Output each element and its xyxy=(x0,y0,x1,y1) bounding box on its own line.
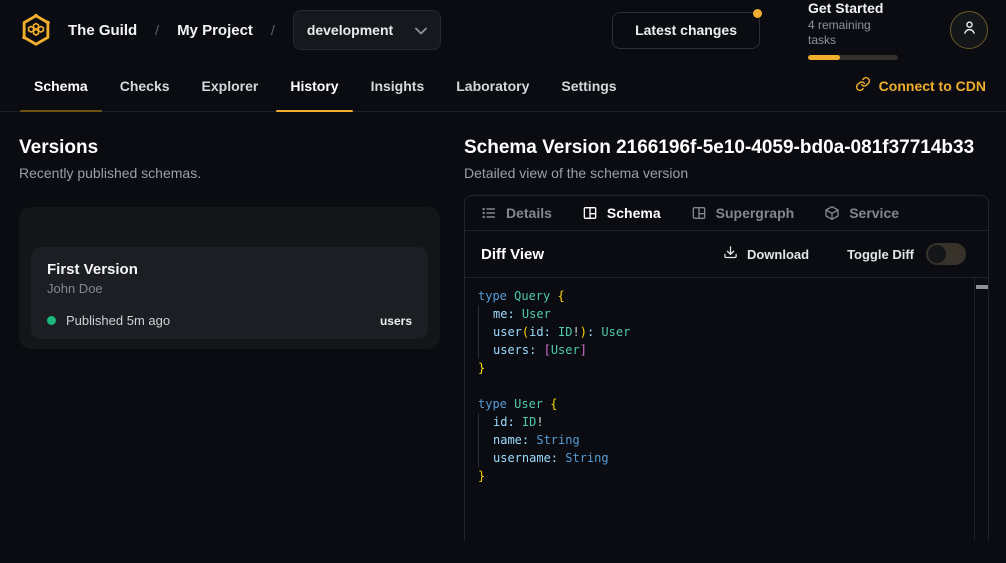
tab-service[interactable]: Service xyxy=(824,205,899,221)
versions-title: Versions xyxy=(19,137,440,159)
target-selector[interactable]: development xyxy=(293,10,441,50)
latest-changes-button[interactable]: Latest changes xyxy=(612,12,760,49)
toggle-knob xyxy=(928,245,946,263)
tab-schema[interactable]: Schema xyxy=(582,205,661,221)
list-icon xyxy=(481,205,497,221)
versions-list: First Version John Doe Published 5m ago … xyxy=(19,207,440,349)
toggle-diff-label: Toggle Diff xyxy=(847,247,914,262)
tab-underline xyxy=(20,110,102,112)
connect-to-cdn-label: Connect to CDN xyxy=(879,78,986,94)
version-list-item[interactable]: First Version John Doe Published 5m ago … xyxy=(31,247,428,339)
latest-changes-label: Latest changes xyxy=(635,22,737,38)
nav-tab-label: Checks xyxy=(120,78,170,94)
target-selector-value: development xyxy=(307,22,393,38)
app-window: The Guild / My Project / development Lat… xyxy=(0,0,1006,563)
code-scrollbar-thumb[interactable] xyxy=(976,285,988,289)
version-status-row: Published 5m ago users xyxy=(47,313,412,328)
nav-tab-settings[interactable]: Settings xyxy=(547,60,630,111)
user-icon xyxy=(961,19,978,41)
breadcrumb-project[interactable]: My Project xyxy=(177,22,253,39)
nav-tab-history[interactable]: History xyxy=(276,60,352,111)
diff-view-header: Diff View Download Toggle Diff xyxy=(465,231,988,278)
cube-icon xyxy=(824,205,840,221)
code-lines: type Query {me: Useruser(id: ID!): Useru… xyxy=(478,287,974,485)
download-icon xyxy=(723,245,738,263)
tab-label: Details xyxy=(506,205,552,221)
schema-view-tabs: Details Schema xyxy=(465,196,988,231)
diff-view-title: Diff View xyxy=(481,246,544,263)
schema-version-title: Schema Version 2166196f-5e10-4059-bd0a-0… xyxy=(464,137,989,159)
nav-tab-laboratory[interactable]: Laboratory xyxy=(442,60,543,111)
versions-subtitle: Recently published schemas. xyxy=(19,165,440,182)
nav-tab-label: History xyxy=(290,78,338,94)
breadcrumb-separator: / xyxy=(271,22,275,38)
tab-label: Schema xyxy=(607,205,661,221)
version-name: First Version xyxy=(47,261,412,279)
connect-to-cdn-link[interactable]: Connect to CDN xyxy=(855,60,986,111)
versions-panel: Versions Recently published schemas. Fir… xyxy=(19,112,440,541)
code-scrollbar[interactable] xyxy=(974,278,988,541)
toggle-diff-switch[interactable] xyxy=(926,243,966,265)
schema-version-subtitle: Detailed view of the schema version xyxy=(464,165,989,182)
schema-view-card: Details Schema xyxy=(464,195,989,541)
nav-tab-explorer[interactable]: Explorer xyxy=(188,60,273,111)
download-label: Download xyxy=(747,247,809,262)
schema-code-viewer: type Query {me: Useruser(id: ID!): Useru… xyxy=(465,278,988,541)
nav-tab-schema[interactable]: Schema xyxy=(20,60,102,111)
progress-fill xyxy=(808,55,840,60)
panels-icon xyxy=(691,205,707,221)
nav-tab-label: Laboratory xyxy=(456,78,529,94)
tab-label: Service xyxy=(849,205,899,221)
nav-tab-label: Schema xyxy=(34,78,88,94)
breadcrumb-separator: / xyxy=(155,22,159,38)
nav-tab-label: Insights xyxy=(371,78,425,94)
tab-underline xyxy=(276,110,352,112)
hive-logo-icon[interactable] xyxy=(16,10,56,50)
version-author: John Doe xyxy=(47,281,412,297)
download-button[interactable]: Download xyxy=(723,245,809,263)
user-avatar[interactable] xyxy=(950,11,988,49)
version-status: Published 5m ago xyxy=(66,313,170,328)
version-detail-panel: Schema Version 2166196f-5e10-4059-bd0a-0… xyxy=(464,112,989,541)
top-header: The Guild / My Project / development Lat… xyxy=(0,0,1006,60)
breadcrumb: The Guild / My Project / xyxy=(68,22,293,39)
service-badge: users xyxy=(380,314,412,328)
get-started-title: Get Started xyxy=(808,0,900,17)
breadcrumb-org[interactable]: The Guild xyxy=(68,22,137,39)
notification-dot xyxy=(753,9,762,18)
link-icon xyxy=(855,76,871,95)
tab-supergraph[interactable]: Supergraph xyxy=(691,205,795,221)
nav-tab-insights[interactable]: Insights xyxy=(357,60,439,111)
tab-details[interactable]: Details xyxy=(481,205,552,221)
nav-tab-checks[interactable]: Checks xyxy=(106,60,184,111)
main-content: Versions Recently published schemas. Fir… xyxy=(0,112,1006,541)
get-started-subtitle: 4 remaining tasks xyxy=(808,18,900,48)
tab-label: Supergraph xyxy=(716,205,795,221)
nav-tab-label: Settings xyxy=(561,78,616,94)
published-status-dot xyxy=(47,316,56,325)
chevron-down-icon xyxy=(415,22,427,38)
nav-tab-label: Explorer xyxy=(202,78,259,94)
get-started-widget[interactable]: Get Started 4 remaining tasks xyxy=(808,0,900,60)
main-nav: Schema Checks Explorer History Insights … xyxy=(0,60,1006,112)
panels-icon xyxy=(582,205,598,221)
